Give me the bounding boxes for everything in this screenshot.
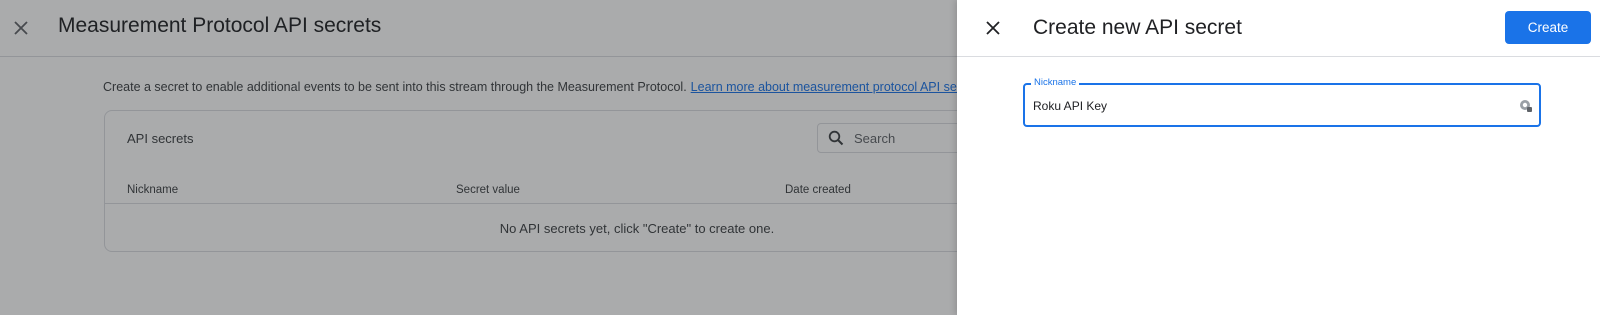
panel-header: Create new API secret Create <box>957 0 1600 57</box>
panel-title: Create new API secret <box>1033 16 1242 39</box>
nickname-input[interactable] <box>1033 96 1503 116</box>
create-button[interactable]: Create <box>1505 11 1591 44</box>
nickname-label: Nickname <box>1031 77 1080 89</box>
nickname-field[interactable]: Nickname <box>1023 77 1541 127</box>
password-manager-icon[interactable] <box>1519 99 1532 112</box>
close-icon <box>986 21 1000 35</box>
create-secret-panel: Create new API secret Create Nickname <box>957 0 1600 315</box>
panel-close-button[interactable] <box>982 17 1004 39</box>
